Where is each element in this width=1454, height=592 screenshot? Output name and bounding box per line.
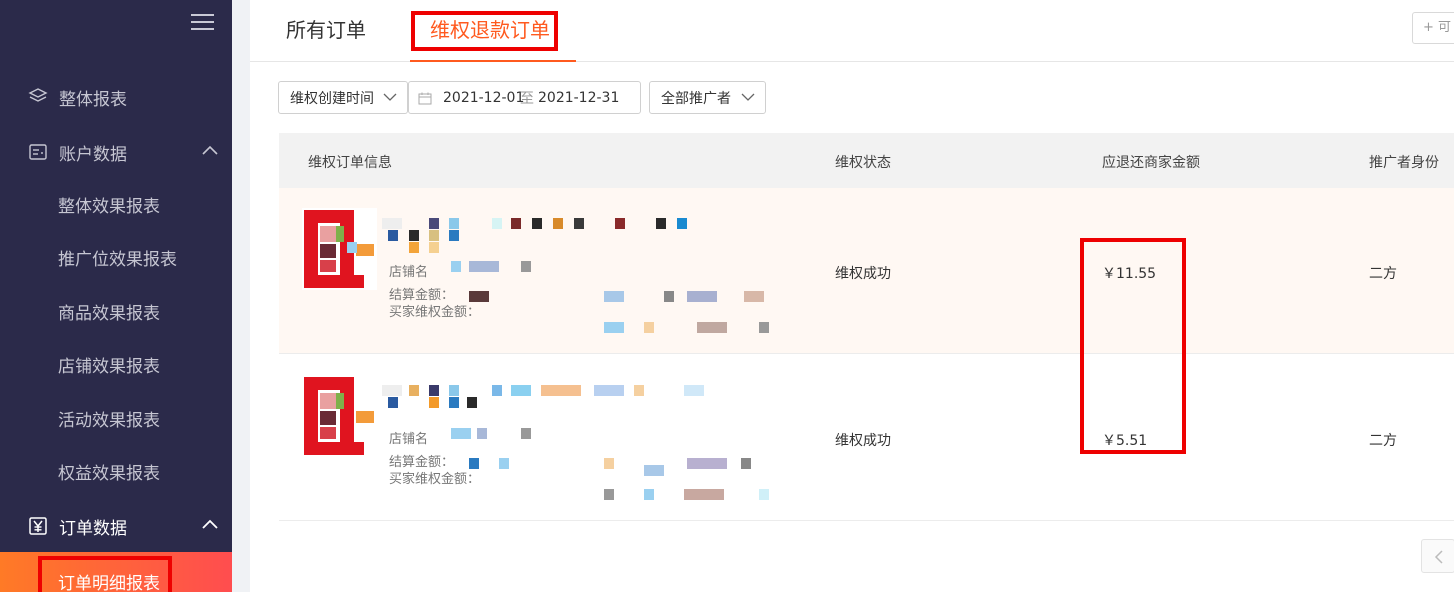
sidebar-item-shop-effect[interactable]: 店铺效果报表 <box>0 341 232 387</box>
buyer-refund-label: 买家维权金额： <box>389 472 481 487</box>
active-tab-indicator <box>410 60 576 62</box>
sidebar-item-label: 活动效果报表 <box>58 410 160 431</box>
table-row[interactable]: 店铺名 结算金额： 买家维权金额： 维权成功 ￥11.55 二方 <box>279 188 1454 354</box>
refund-amount-value: ￥11.55 <box>1102 266 1157 282</box>
sidebar-item-label: 整体报表 <box>59 89 127 110</box>
time-type-select[interactable]: 维权创建时间 <box>278 81 408 114</box>
table-row[interactable]: 店铺名 结算金额： 买家维权金额： 维权成功 ￥5.51 二方 <box>279 355 1454 521</box>
promoter-identity-value: 二方 <box>1369 433 1397 449</box>
sidebar-item-label: 推广位效果报表 <box>58 249 177 270</box>
main-panel: 所有订单 维权退款订单 + 可 维权创建时间 2021-12-01 至 2021… <box>250 0 1454 592</box>
sidebar-item-activity-effect[interactable]: 活动效果报表 <box>0 395 232 441</box>
date-start[interactable]: 2021-12-01 <box>443 90 524 106</box>
promoter-select[interactable]: 全部推广者 <box>649 81 766 114</box>
calendar-icon <box>418 92 432 105</box>
header-identity: 推广者身份 <box>1369 155 1439 171</box>
sidebar: 整体报表 账户数据 整体效果报表 推广位效果报表 商品效果报表 店铺效果报表 活… <box>0 0 232 592</box>
header-amount: 应退还商家金额 <box>1102 155 1200 171</box>
product-thumbnail[interactable] <box>302 375 377 457</box>
date-range-picker[interactable]: 2021-12-01 至 2021-12-31 <box>408 81 641 114</box>
header-status: 维权状态 <box>835 155 891 171</box>
tab-all-orders[interactable]: 所有订单 <box>286 14 366 43</box>
sidebar-item-benefit-effect[interactable]: 权益效果报表 <box>0 448 232 494</box>
sidebar-item-label: 账户数据 <box>59 144 127 165</box>
product-thumbnail[interactable] <box>302 208 377 290</box>
promoter-value: 全部推广者 <box>661 90 731 107</box>
sidebar-item-label: 权益效果报表 <box>58 463 160 484</box>
chevron-left-icon <box>1434 550 1443 564</box>
date-end[interactable]: 2021-12-31 <box>538 90 619 106</box>
sidebar-item-overall-effect[interactable]: 整体效果报表 <box>0 181 232 227</box>
promoter-identity-value: 二方 <box>1369 266 1397 282</box>
sidebar-item-label: 订单数据 <box>59 518 127 539</box>
sidebar-item-overall-report[interactable]: 整体报表 <box>0 74 232 120</box>
header-order-info: 维权订单信息 <box>308 155 392 171</box>
order-tabs: 所有订单 维权退款订单 + 可 <box>250 0 1454 62</box>
sidebar-item-adzone-effect[interactable]: 推广位效果报表 <box>0 234 232 280</box>
sidebar-item-label: 店铺效果报表 <box>58 356 160 377</box>
sidebar-item-label: 商品效果报表 <box>58 303 160 324</box>
chevron-down-icon <box>383 93 397 101</box>
status-value: 维权成功 <box>835 433 891 449</box>
tab-refund-orders[interactable]: 维权退款订单 <box>430 14 550 43</box>
shop-name-label: 店铺名 <box>389 432 429 447</box>
chevron-up-icon <box>202 145 218 155</box>
pagination-prev-button[interactable] <box>1421 539 1454 573</box>
buyer-refund-label: 买家维权金额： <box>389 305 481 320</box>
menu-toggle-icon[interactable] <box>191 12 215 32</box>
chevron-up-icon <box>202 519 218 529</box>
sidebar-item-account-data[interactable]: 账户数据 <box>0 129 232 175</box>
sidebar-item-product-effect[interactable]: 商品效果报表 <box>0 288 232 334</box>
app-root: 整体报表 账户数据 整体效果报表 推广位效果报表 商品效果报表 店铺效果报表 活… <box>0 0 1454 592</box>
sidebar-item-label: 整体效果报表 <box>58 196 160 217</box>
refund-amount-value: ￥5.51 <box>1102 433 1148 449</box>
chevron-down-icon <box>741 93 755 101</box>
table-header: 维权订单信息 维权状态 应退还商家金额 推广者身份 <box>279 133 1454 188</box>
report-icon <box>29 144 47 160</box>
add-button[interactable]: + 可 <box>1412 12 1454 44</box>
sidebar-item-order-detail[interactable]: 订单明细报表 <box>0 552 232 592</box>
yuan-icon <box>29 517 47 535</box>
sidebar-item-label: 订单明细报表 <box>58 574 160 592</box>
time-type-value: 维权创建时间 <box>290 90 374 107</box>
status-value: 维权成功 <box>835 266 891 282</box>
layers-icon <box>28 88 48 102</box>
date-separator: 至 <box>520 90 534 107</box>
shop-name-label: 店铺名 <box>389 265 429 280</box>
sidebar-item-order-data[interactable]: 订单数据 <box>0 503 232 549</box>
